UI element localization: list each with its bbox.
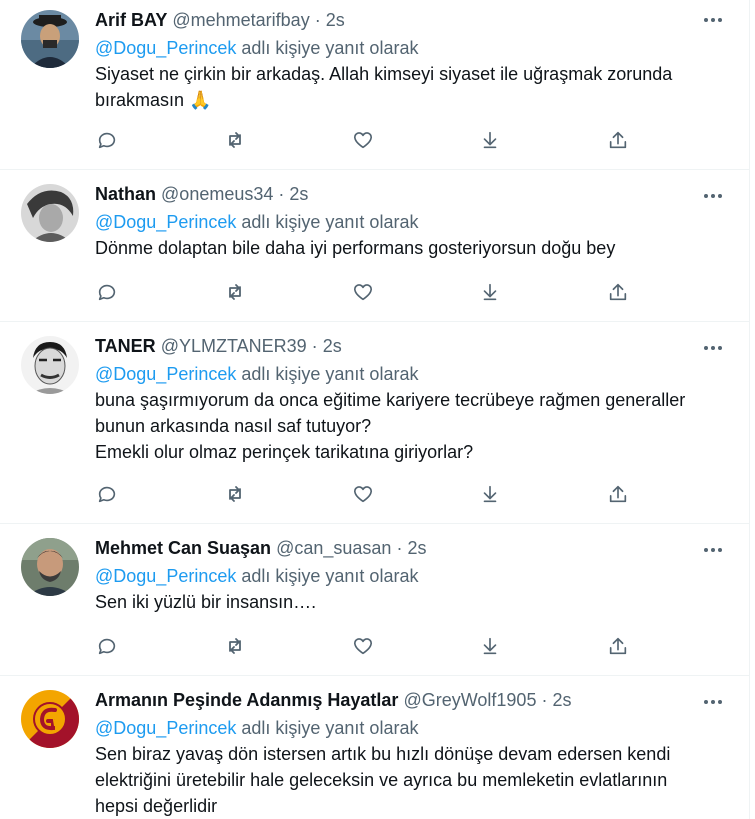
share-icon[interactable]	[606, 482, 630, 506]
author-handle[interactable]: @YLMZTANER39	[161, 336, 307, 356]
reply-icon[interactable]	[95, 482, 119, 506]
timestamp[interactable]: 2s	[326, 10, 345, 30]
separator-dot: ·	[311, 336, 318, 356]
author-name[interactable]: Nathan	[95, 184, 156, 204]
reply-icon[interactable]	[95, 128, 119, 152]
separator-dot: ·	[278, 184, 285, 204]
tweet-actions	[95, 280, 630, 306]
tweet-text: Dönme dolaptan bile daha iyi performans …	[95, 235, 725, 261]
retweet-icon[interactable]	[223, 482, 247, 506]
tweet[interactable]: Nathan @onemeus34 · 2s @Dogu_Perincek ad…	[0, 170, 749, 322]
reply-context: @Dogu_Perincek adlı kişiye yanıt olarak	[95, 209, 725, 235]
tweet-text-line: elektriğini üretebilir hale geleceksin v…	[95, 770, 668, 790]
tweet-actions	[95, 128, 630, 154]
share-icon[interactable]	[606, 634, 630, 658]
retweet-icon[interactable]	[223, 128, 247, 152]
author-handle[interactable]: @mehmetarifbay	[172, 10, 309, 30]
download-icon[interactable]	[478, 634, 502, 658]
tweet-text-line: bunun arkasında nasıl saf tutuyor?	[95, 416, 372, 436]
tweet-text: Sen biraz yavaş dön istersen artık bu hı…	[95, 741, 725, 819]
tweet-text-line: Sen iki yüzlü bir insansın….	[95, 592, 317, 612]
tweet-text-line: Emekli olur olmaz perinçek tarikatına gi…	[95, 442, 474, 462]
tweet[interactable]: Mehmet Can Suaşan @can_suasan · 2s @Dogu…	[0, 524, 749, 676]
reply-label: adlı kişiye yanıt olarak	[241, 718, 419, 738]
tweet-actions	[95, 634, 630, 660]
timestamp[interactable]: 2s	[289, 184, 308, 204]
share-icon[interactable]	[606, 280, 630, 304]
author-handle[interactable]: @GreyWolf1905	[403, 690, 536, 710]
reply-icon[interactable]	[95, 634, 119, 658]
author-name[interactable]: Mehmet Can Suaşan	[95, 538, 271, 558]
separator-dot: ·	[314, 10, 321, 30]
like-icon[interactable]	[351, 280, 375, 304]
more-icon[interactable]	[701, 8, 725, 32]
separator-dot: ·	[396, 538, 403, 558]
timestamp[interactable]: 2s	[323, 336, 342, 356]
mention-link[interactable]: @Dogu_Perincek	[95, 718, 236, 738]
more-icon[interactable]	[701, 538, 725, 562]
tweet[interactable]: TANER @YLMZTANER39 · 2s @Dogu_Perincek a…	[0, 322, 749, 524]
tweet[interactable]: Armanın Peşinde Adanmış Hayatlar @GreyWo…	[0, 676, 749, 819]
retweet-icon[interactable]	[223, 634, 247, 658]
tweet-text-line: buna şaşırmıyorum da onca eğitime kariye…	[95, 390, 686, 410]
retweet-icon[interactable]	[223, 280, 247, 304]
tweet[interactable]: Arif BAY @mehmetarifbay · 2s @Dogu_Perin…	[0, 0, 749, 170]
like-icon[interactable]	[351, 128, 375, 152]
download-icon[interactable]	[478, 128, 502, 152]
mention-link[interactable]: @Dogu_Perincek	[95, 566, 236, 586]
author-name[interactable]: Arif BAY	[95, 10, 167, 30]
author-name[interactable]: TANER	[95, 336, 156, 356]
reply-icon[interactable]	[95, 280, 119, 304]
author-handle[interactable]: @onemeus34	[161, 184, 273, 204]
download-icon[interactable]	[478, 482, 502, 506]
mention-link[interactable]: @Dogu_Perincek	[95, 38, 236, 58]
tweet-text-line: bırakmasın 🙏	[95, 90, 212, 110]
avatar[interactable]	[21, 690, 79, 748]
tweet-feed: Arif BAY @mehmetarifbay · 2s @Dogu_Perin…	[0, 0, 750, 819]
reply-label: adlı kişiye yanıt olarak	[241, 364, 419, 384]
tweet-text-line: Dönme dolaptan bile daha iyi performans …	[95, 238, 616, 258]
reply-label: adlı kişiye yanıt olarak	[241, 38, 419, 58]
avatar[interactable]	[21, 538, 79, 596]
reply-context: @Dogu_Perincek adlı kişiye yanıt olarak	[95, 563, 725, 589]
author-handle[interactable]: @can_suasan	[276, 538, 391, 558]
timestamp[interactable]: 2s	[407, 538, 426, 558]
reply-label: adlı kişiye yanıt olarak	[241, 212, 419, 232]
tweet-text-line: Sen biraz yavaş dön istersen artık bu hı…	[95, 744, 671, 764]
avatar[interactable]	[21, 10, 79, 68]
tweet-text: Sen iki yüzlü bir insansın….	[95, 589, 725, 615]
timestamp[interactable]: 2s	[552, 690, 571, 710]
tweet-text: Siyaset ne çirkin bir arkadaş. Allah kim…	[95, 61, 725, 113]
more-icon[interactable]	[701, 184, 725, 208]
mention-link[interactable]: @Dogu_Perincek	[95, 212, 236, 232]
reply-context: @Dogu_Perincek adlı kişiye yanıt olarak	[95, 715, 725, 741]
like-icon[interactable]	[351, 482, 375, 506]
reply-context: @Dogu_Perincek adlı kişiye yanıt olarak	[95, 361, 725, 387]
mention-link[interactable]: @Dogu_Perincek	[95, 364, 236, 384]
reply-label: adlı kişiye yanıt olarak	[241, 566, 419, 586]
reply-context: @Dogu_Perincek adlı kişiye yanıt olarak	[95, 35, 725, 61]
more-icon[interactable]	[701, 336, 725, 360]
tweet-text-line: hepsi değerlidir	[95, 796, 218, 816]
tweet-actions	[95, 482, 630, 508]
tweet-text: buna şaşırmıyorum da onca eğitime kariye…	[95, 387, 725, 465]
tweet-text-line: Siyaset ne çirkin bir arkadaş. Allah kim…	[95, 64, 673, 84]
separator-dot: ·	[541, 690, 548, 710]
avatar[interactable]	[21, 184, 79, 242]
more-icon[interactable]	[701, 690, 725, 714]
download-icon[interactable]	[478, 280, 502, 304]
author-name[interactable]: Armanın Peşinde Adanmış Hayatlar	[95, 690, 398, 710]
share-icon[interactable]	[606, 128, 630, 152]
like-icon[interactable]	[351, 634, 375, 658]
avatar[interactable]	[21, 336, 79, 394]
